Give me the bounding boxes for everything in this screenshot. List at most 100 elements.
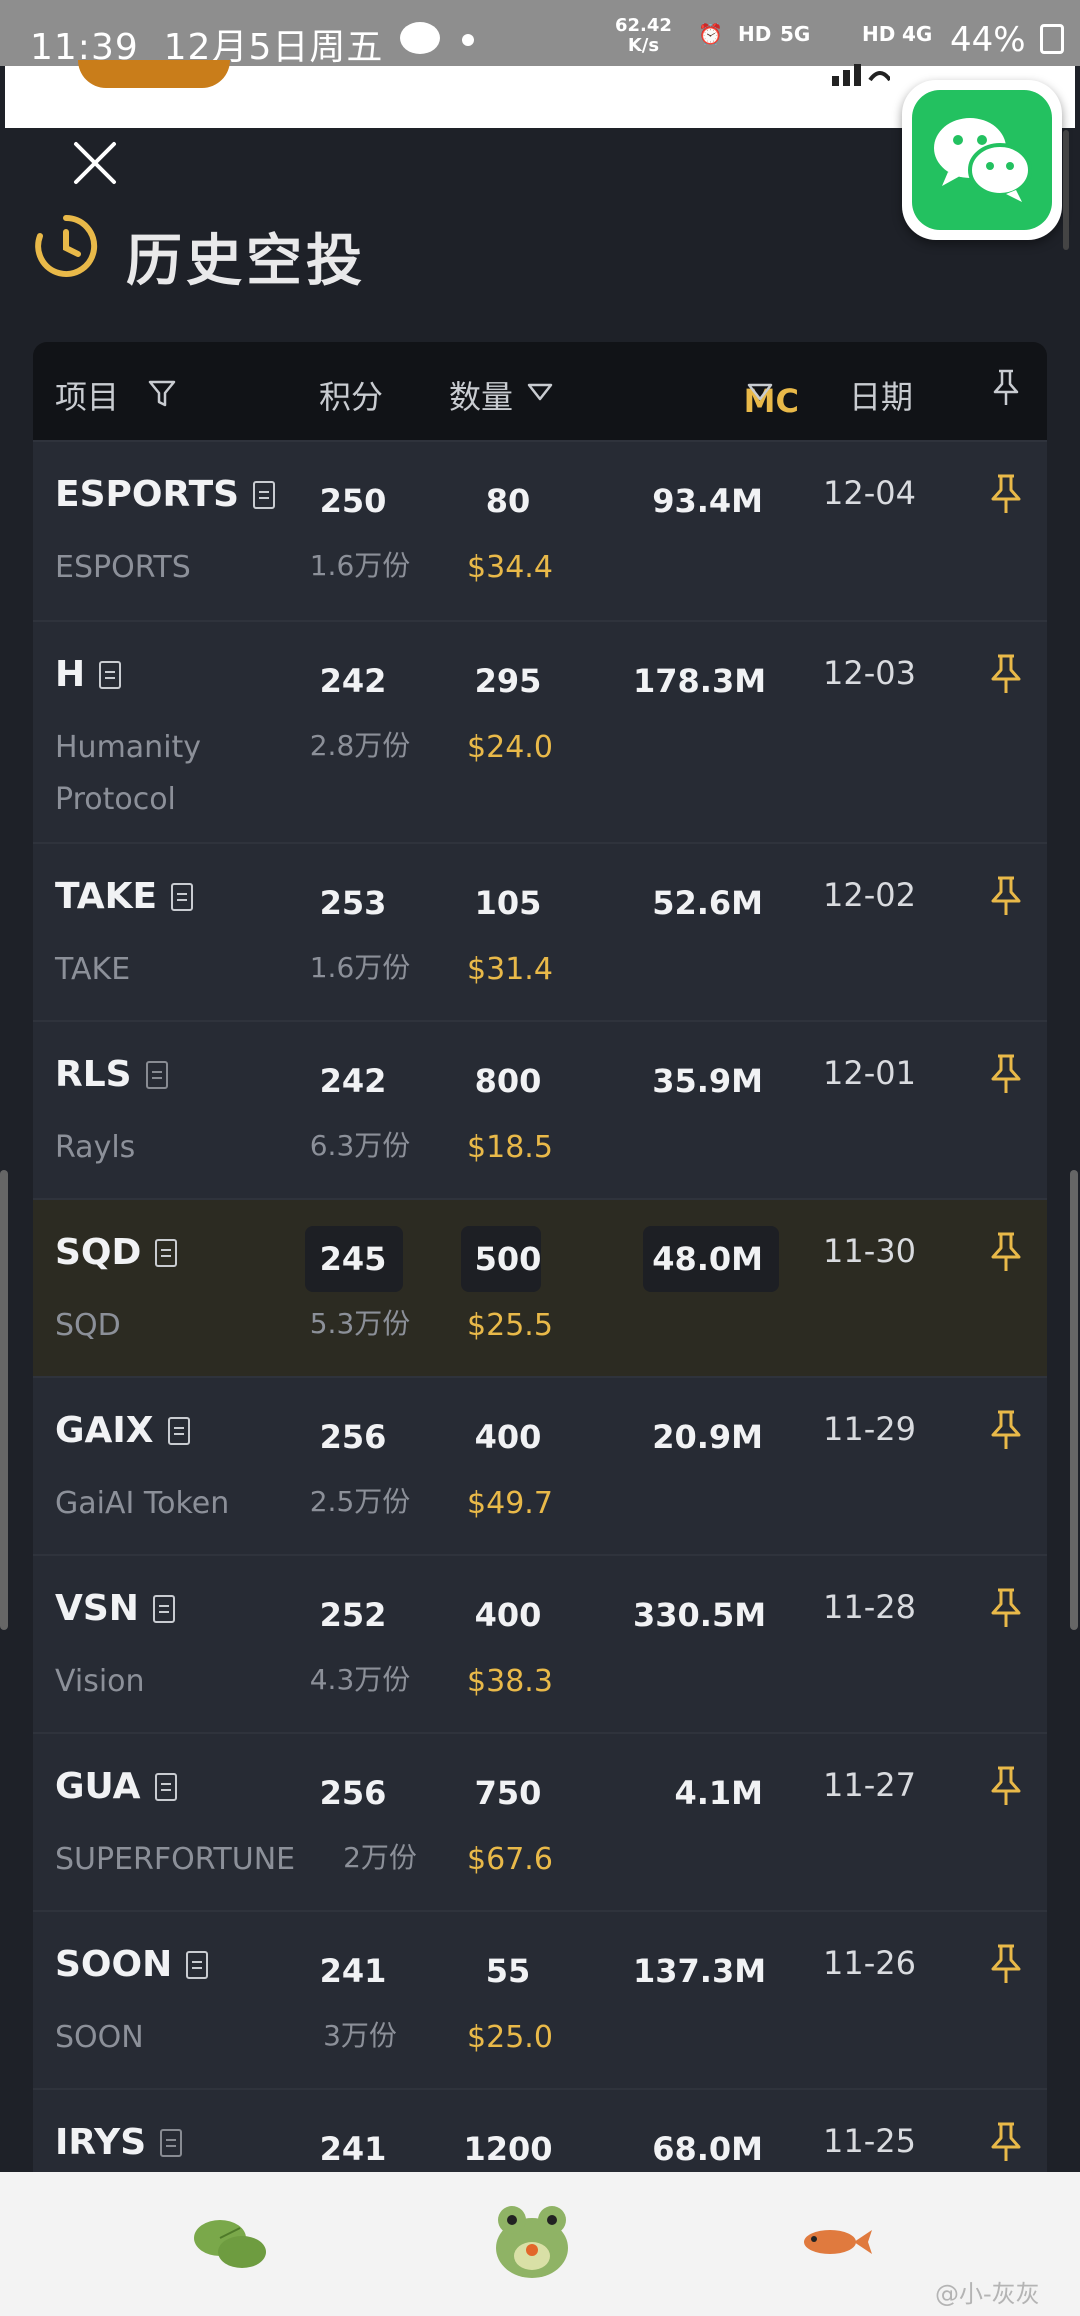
table-row[interactable]: SOON SOON 241 3万份 55 $25.0 137.3M 11-26 <box>33 1910 1047 2088</box>
pin-icon[interactable] <box>988 2120 1024 2164</box>
hd-badge-2: HD <box>862 22 896 46</box>
price: $31.4 <box>467 952 553 987</box>
shares: 2万份 <box>343 1841 417 1874</box>
watermark: @小-灰灰 <box>935 2280 1040 2308</box>
header-mc[interactable]: MC <box>669 382 799 420</box>
table-row[interactable]: GAIX GaiAI Token 256 2.5万份 400 $49.7 20.… <box>33 1376 1047 1554</box>
token-symbol: GAIX <box>55 1410 190 1451</box>
token-symbol: SQD <box>55 1232 178 1273</box>
quantity: 80 <box>485 482 531 520</box>
page-title: 历史空投 <box>126 229 366 294</box>
scrollbar-right[interactable] <box>1070 1170 1078 1630</box>
price: $18.5 <box>467 1130 553 1165</box>
wechat-icon <box>934 118 1032 202</box>
pin-icon-header <box>993 369 1019 405</box>
table-row[interactable]: ESPORTS ESPORTS 250 1.6万份 80 $34.4 93.4M… <box>33 440 1047 620</box>
pin-icon[interactable] <box>988 1230 1024 1274</box>
signal-icon <box>832 64 890 86</box>
pin-icon[interactable] <box>988 1942 1024 1986</box>
close-icon[interactable] <box>72 140 118 186</box>
message-bubble-icon <box>400 22 440 54</box>
battery-percent: 44% <box>950 20 1026 60</box>
score: 256 <box>319 1418 387 1456</box>
frog-icon[interactable] <box>490 2202 574 2280</box>
header-date[interactable]: 日期 <box>849 372 913 418</box>
document-icon[interactable] <box>186 1950 209 1979</box>
sort-down-icon[interactable] <box>527 382 553 402</box>
market-cap: 93.4M <box>652 482 763 520</box>
table-header: 项目 积分 数量 MC 日期 <box>33 342 1047 440</box>
battery-icon <box>1040 24 1064 54</box>
shares: 3万份 <box>323 2019 397 2052</box>
document-icon[interactable] <box>253 480 276 509</box>
document-icon[interactable] <box>99 660 122 689</box>
date: 12-01 <box>823 1054 916 1092</box>
date: 11-25 <box>823 2122 916 2160</box>
document-icon[interactable] <box>167 1416 190 1445</box>
pin-icon[interactable] <box>988 472 1024 516</box>
score: 241 <box>319 2130 387 2168</box>
pin-icon[interactable] <box>988 1052 1024 1096</box>
date: 11-29 <box>823 1410 916 1448</box>
table-row-highlighted[interactable]: SQD SQD 245 5.3万份 500 $25.5 48.0M 11-30 <box>33 1198 1047 1376</box>
score: 252 <box>319 1596 387 1634</box>
document-icon[interactable] <box>160 2128 183 2157</box>
table-row[interactable]: VSN Vision 252 4.3万份 400 $38.3 330.5M 11… <box>33 1554 1047 1732</box>
network-4g: 4G <box>902 22 933 46</box>
token-symbol: H <box>55 654 122 695</box>
wechat-float-button[interactable] <box>902 80 1062 240</box>
market-cap: 48.0M <box>652 1240 763 1278</box>
pin-icon[interactable] <box>988 1764 1024 1808</box>
sort-down-icon-mc[interactable] <box>747 382 773 402</box>
pin-icon[interactable] <box>988 1586 1024 1630</box>
market-cap: 35.9M <box>652 1062 763 1100</box>
pin-icon[interactable] <box>988 874 1024 918</box>
shares: 5.3万份 <box>309 1307 411 1340</box>
document-icon[interactable] <box>154 1772 177 1801</box>
shares: 2.8万份 <box>309 729 411 762</box>
table-row[interactable]: IRYS 241 1200 68.0M 11-25 <box>33 2088 1047 2172</box>
header-score[interactable]: 积分 <box>319 372 383 418</box>
price: $25.0 <box>467 2020 553 2055</box>
date: 11-30 <box>823 1232 916 1270</box>
filter-icon[interactable] <box>147 378 177 408</box>
token-name: Humanity Protocol <box>55 730 202 817</box>
price: $24.0 <box>467 730 553 765</box>
token-symbol: TAKE <box>55 876 194 917</box>
header-project[interactable]: 项目 <box>55 372 119 418</box>
header-quantity[interactable]: 数量 <box>449 372 513 418</box>
table-row[interactable]: TAKE TAKE 253 1.6万份 105 $31.4 52.6M 12-0… <box>33 842 1047 1020</box>
date: 12-04 <box>823 474 916 512</box>
scrollbar-left[interactable] <box>0 1170 8 1630</box>
quantity: 295 <box>474 662 542 700</box>
token-symbol: IRYS <box>55 2122 183 2163</box>
score: 253 <box>319 884 387 922</box>
quantity: 55 <box>485 1952 531 1990</box>
table-row[interactable]: H Humanity Protocol 242 2.8万份 295 $24.0 … <box>33 620 1047 842</box>
lily-pad-icon[interactable] <box>190 2214 270 2272</box>
document-icon[interactable] <box>152 1594 175 1623</box>
market-cap: 330.5M <box>633 1596 767 1634</box>
table-row[interactable]: RLS Rayls 242 6.3万份 800 $18.5 35.9M 12-0… <box>33 1020 1047 1198</box>
document-icon[interactable] <box>155 1238 178 1267</box>
score: 250 <box>319 482 387 520</box>
status-bar: 11:39 12月5日周五 62.42 K/s ⏰ HD 5G HD 4G 44% <box>0 0 1080 68</box>
shares: 1.6万份 <box>309 549 411 582</box>
pin-icon[interactable] <box>988 1408 1024 1452</box>
price: $25.5 <box>467 1308 553 1343</box>
scrollbar-top[interactable] <box>1063 130 1069 250</box>
price: $34.4 <box>467 550 553 585</box>
score: 241 <box>319 1952 387 1990</box>
date: 11-27 <box>823 1766 916 1804</box>
shares: 4.3万份 <box>309 1663 411 1696</box>
shares: 2.5万份 <box>309 1485 411 1518</box>
pin-icon[interactable] <box>988 652 1024 696</box>
document-icon[interactable] <box>171 882 194 911</box>
table-row[interactable]: GUA SUPERFORTUNE 256 2万份 750 $67.6 4.1M … <box>33 1732 1047 1910</box>
document-icon[interactable] <box>145 1060 168 1089</box>
hd-badge: HD <box>738 22 772 46</box>
alarm-icon: ⏰ <box>698 22 723 46</box>
score: 256 <box>319 1774 387 1812</box>
shares: 6.3万份 <box>309 1129 411 1162</box>
fish-icon[interactable] <box>798 2224 874 2260</box>
